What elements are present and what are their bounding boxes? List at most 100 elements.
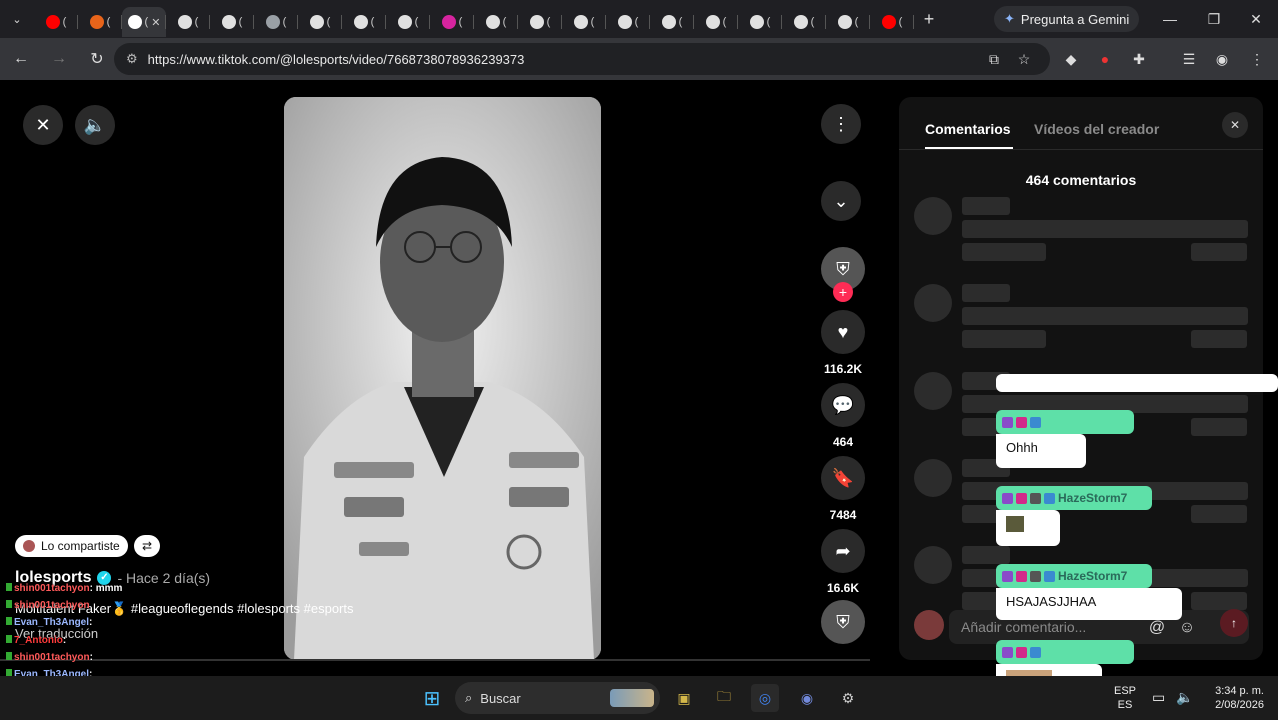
restore-icon[interactable]: ❐ (1192, 0, 1236, 38)
clock[interactable]: 3:34 p. m. 2/08/2026 (1204, 684, 1264, 712)
back-icon[interactable]: ← (4, 42, 38, 76)
tab-title: ( (634, 16, 639, 28)
save-action[interactable]: 🔖 7484 (821, 456, 865, 522)
stream-chat-user: shin001tachyon (14, 583, 90, 594)
browser-tab[interactable]: ( (562, 7, 606, 37)
browser-tab[interactable]: ( (738, 7, 782, 37)
reading-list-icon[interactable]: ☰ (1176, 46, 1202, 72)
gemini-button[interactable]: ✦ Pregunta a Gemini (994, 6, 1140, 32)
steam-icon[interactable]: ⚙ (834, 684, 862, 712)
stream-chat-user: shin001tachyon (14, 600, 90, 612)
music-disc[interactable]: ⛨ (821, 600, 865, 644)
app-icon[interactable]: ▣ (670, 684, 698, 712)
chrome-icon[interactable]: ◎ (751, 684, 779, 712)
new-tab-button[interactable]: + (914, 0, 944, 38)
like-action[interactable]: ♥ 116.2K (821, 310, 865, 376)
adblock-icon[interactable]: ● (1092, 46, 1118, 72)
user-avatar (914, 610, 944, 640)
tab-favicon-icon (265, 15, 280, 29)
browser-tab[interactable]: (✕ (122, 7, 166, 37)
bookmark-icon[interactable]: 🔖 (821, 456, 865, 500)
heart-icon[interactable]: ♥ (821, 310, 865, 354)
language-indicator[interactable]: ESP ES (1114, 684, 1136, 712)
skeleton-bar (1191, 243, 1247, 261)
bookmark-star-icon[interactable]: ☆ (1011, 46, 1037, 72)
tab-creator-videos[interactable]: Vídeos del creador (1034, 121, 1159, 137)
search-icon: ⌕ (465, 690, 473, 705)
install-app-icon[interactable]: ⧉ (981, 46, 1007, 72)
network-icon[interactable]: ▭ (1152, 690, 1165, 704)
follow-plus-icon[interactable]: + (833, 282, 853, 302)
shared-badge[interactable]: Lo compartiste (15, 535, 128, 557)
speaker-icon[interactable]: 🔈 (1176, 690, 1193, 704)
forward-icon[interactable]: → (42, 42, 76, 76)
browser-tab[interactable]: ( (210, 7, 254, 37)
browser-tab[interactable]: ( (34, 7, 78, 37)
site-info-icon[interactable]: ⚙ (126, 51, 138, 67)
discord-icon[interactable]: ◉ (793, 684, 821, 712)
close-video-icon[interactable]: ✕ (23, 105, 63, 145)
send-comment-icon[interactable]: ↑ (1220, 609, 1248, 637)
tab-favicon-icon (441, 15, 456, 29)
browser-tab[interactable]: ( (606, 7, 650, 37)
browser-menu-icon[interactable]: ⋮ (1244, 46, 1270, 72)
tab-close-icon[interactable]: ✕ (151, 16, 160, 29)
video-player[interactable] (284, 97, 601, 660)
repost-icon[interactable]: ⇄ (134, 535, 160, 557)
browser-tab[interactable]: ( (78, 7, 122, 37)
browser-tab[interactable]: ( (474, 7, 518, 37)
music-disc-icon[interactable]: ⛨ (821, 600, 865, 644)
chat-message: HSAJASJJHAA (996, 588, 1182, 620)
creator-avatar[interactable]: ⛨ + (821, 247, 865, 302)
volume-icon[interactable]: 🔈 (75, 105, 115, 145)
tab-comments[interactable]: Comentarios (925, 121, 1011, 137)
comment-icon[interactable]: 💬 (821, 383, 865, 427)
stream-chat-line: 7_Antonio: (6, 632, 276, 649)
heart-badge-icon (1016, 416, 1027, 428)
tab-strip: ⌄ (((✕((((((((((((((((( + ✦ Pregunta a G… (0, 0, 1278, 38)
more-options-icon[interactable]: ⋮ (821, 104, 861, 144)
extension-icon[interactable]: ◆ (1058, 46, 1084, 72)
browser-tab[interactable]: ( (166, 7, 210, 37)
browser-tab[interactable]: ( (870, 7, 914, 37)
browser-tab[interactable]: ( (298, 7, 342, 37)
browser-tab[interactable]: ( (254, 7, 298, 37)
windows-start-icon[interactable]: ⊞ (418, 684, 446, 712)
browser-tab[interactable]: ( (650, 7, 694, 37)
browser-tab[interactable]: ( (694, 7, 738, 37)
tab-title: ( (546, 16, 551, 28)
close-panel-icon[interactable]: ✕ (1222, 112, 1248, 138)
close-window-icon[interactable]: ✕ (1234, 0, 1278, 38)
profile-avatar-icon[interactable]: ◉ (1209, 46, 1235, 72)
skeleton-bar (962, 284, 1010, 302)
emoji-icon[interactable]: ☺ (1176, 617, 1198, 639)
mention-icon[interactable]: @ (1146, 617, 1168, 639)
skeleton-avatar (914, 197, 952, 235)
tab-search-chevron-icon[interactable]: ⌄ (0, 0, 34, 38)
next-video-chevron-icon[interactable]: ⌄ (821, 181, 861, 221)
tab-favicon-icon (749, 15, 764, 29)
reload-icon[interactable]: ↻ (80, 42, 114, 76)
taskbar-search[interactable]: ⌕ Buscar (455, 682, 660, 714)
tab-title: ( (106, 16, 111, 28)
skeleton-bar (962, 220, 1248, 238)
skeleton-bar (962, 307, 1248, 325)
extensions-puzzle-icon[interactable]: ✚ (1126, 46, 1152, 72)
browser-tab[interactable]: ( (782, 7, 826, 37)
sub-badge-icon (1002, 646, 1013, 658)
share-arrow-icon[interactable]: ➦ (821, 529, 865, 573)
file-explorer-icon[interactable]: 🗀 (710, 684, 738, 712)
browser-tab[interactable]: ( (518, 7, 562, 37)
share-action[interactable]: ➦ 16.6K (821, 529, 865, 595)
browser-tab[interactable]: ( (386, 7, 430, 37)
chat-message (996, 510, 1060, 546)
stream-chat-user: shin001tachyon (14, 651, 90, 663)
browser-tab[interactable]: ( (826, 7, 870, 37)
minimize-icon[interactable]: — (1148, 0, 1192, 38)
stream-chat-line: shin001tachyon: mmm (6, 580, 276, 597)
browser-tab[interactable]: ( (430, 7, 474, 37)
comment-action[interactable]: 💬 464 (821, 383, 865, 449)
share-count: 16.6K (826, 581, 860, 595)
browser-tab[interactable]: ( (342, 7, 386, 37)
address-bar[interactable]: ⚙ https://www.tiktok.com/@lolesports/vid… (114, 43, 1050, 75)
